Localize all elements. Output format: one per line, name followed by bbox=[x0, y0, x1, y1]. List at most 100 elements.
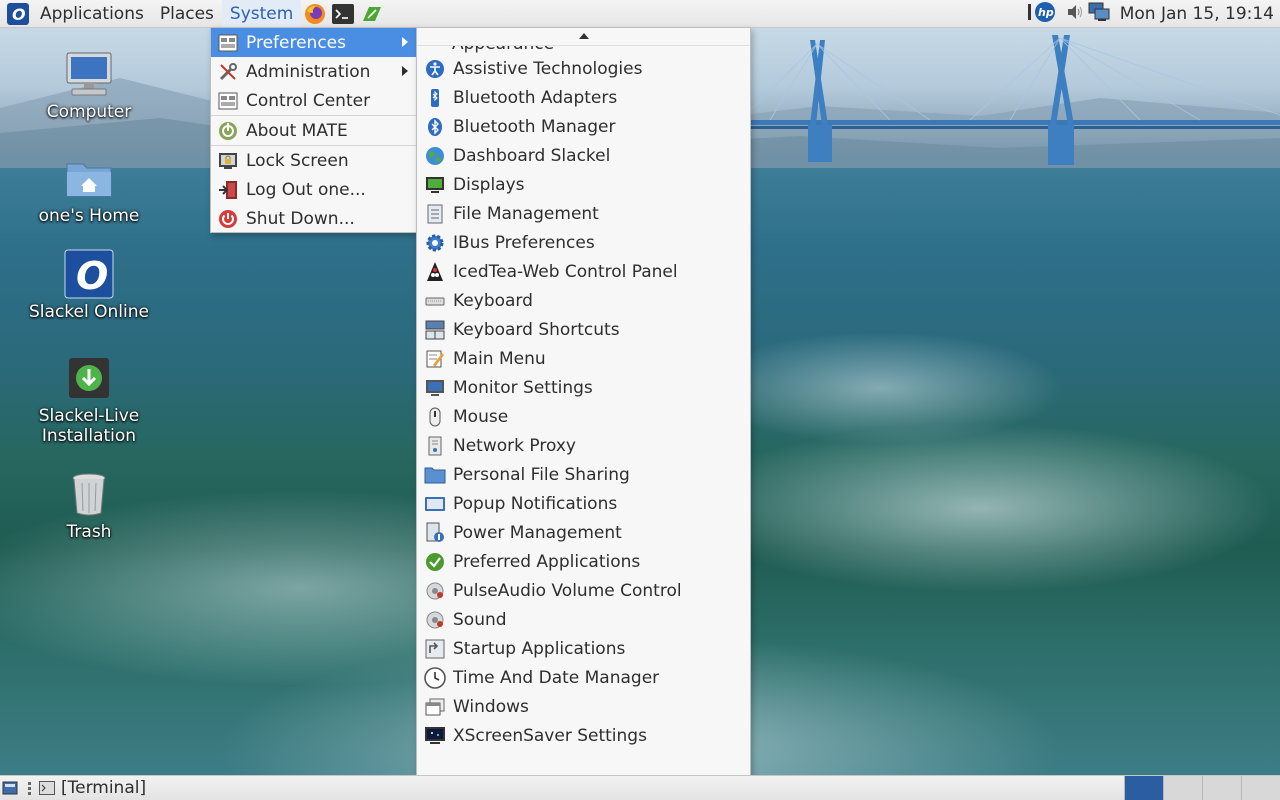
up-arrow-icon bbox=[579, 33, 589, 39]
menu-item-assistive-technologies[interactable]: Assistive Technologies bbox=[417, 54, 750, 83]
svg-text:O: O bbox=[76, 254, 108, 298]
menu-item-bluetooth-adapters[interactable]: Bluetooth Adapters bbox=[417, 83, 750, 112]
workspace-2[interactable] bbox=[1163, 776, 1202, 800]
display-icon bbox=[424, 174, 446, 196]
system-dropdown-menu: Preferences Administration Control Cente… bbox=[210, 27, 417, 233]
workspace-1[interactable] bbox=[1124, 776, 1163, 800]
network-proxy-icon bbox=[424, 435, 446, 457]
startup-icon bbox=[424, 638, 446, 660]
workspace-3[interactable] bbox=[1202, 776, 1241, 800]
menu-item-label: Personal File Sharing bbox=[453, 464, 630, 485]
menu-item-log-out[interactable]: Log Out one... bbox=[211, 175, 416, 204]
menu-item-windows[interactable]: Windows bbox=[417, 692, 750, 721]
menu-item-label: Administration bbox=[246, 61, 371, 82]
menu-item-popup-notifications[interactable]: Popup Notifications bbox=[417, 489, 750, 518]
menu-item-label: Appearance bbox=[452, 46, 554, 54]
workspace-4[interactable] bbox=[1241, 776, 1280, 800]
desktop-icon-home[interactable]: one's Home bbox=[24, 150, 154, 226]
terminal-icon[interactable] bbox=[331, 2, 355, 26]
desktop-icon-installer[interactable]: Slackel-Live Installation bbox=[24, 350, 154, 446]
submenu-arrow-icon bbox=[402, 37, 408, 47]
menu-item-network-proxy[interactable]: Network Proxy bbox=[417, 431, 750, 460]
menu-item-main-menu[interactable]: Main Menu bbox=[417, 344, 750, 373]
taskbar-button-terminal[interactable]: [Terminal] bbox=[35, 776, 146, 800]
slackel-icon[interactable] bbox=[359, 2, 383, 26]
applications-menu[interactable]: Applications bbox=[32, 0, 152, 28]
gear-icon bbox=[424, 232, 446, 254]
preferences-icon bbox=[217, 32, 239, 54]
installer-icon bbox=[61, 350, 117, 406]
places-menu[interactable]: Places bbox=[152, 0, 222, 28]
menu-item-file-management[interactable]: File Management bbox=[417, 199, 750, 228]
menu-item-ibus-preferences[interactable]: IBus Preferences bbox=[417, 228, 750, 257]
hp-icon[interactable]: hp bbox=[1027, 1, 1062, 28]
clock-icon bbox=[424, 666, 446, 689]
desktop-icon-computer[interactable]: Computer bbox=[24, 46, 154, 122]
clock[interactable]: Mon Jan 15, 19:14 bbox=[1120, 4, 1274, 24]
menu-item-label: About MATE bbox=[246, 120, 348, 141]
menu-item-xscreensaver-settings[interactable]: XScreenSaver Settings bbox=[417, 721, 750, 750]
desktop-icon-slackel-online[interactable]: O Slackel Online bbox=[24, 246, 154, 322]
panel-handle[interactable] bbox=[28, 781, 31, 795]
main-menu-icon bbox=[424, 348, 446, 370]
menu-item-displays[interactable]: Displays bbox=[417, 170, 750, 199]
mate-icon bbox=[217, 120, 239, 142]
firefox-icon[interactable] bbox=[303, 2, 327, 26]
menu-item-label: Displays bbox=[453, 174, 525, 195]
menu-item-sound[interactable]: Sound bbox=[417, 605, 750, 634]
menu-item-label: PulseAudio Volume Control bbox=[453, 580, 682, 601]
icedtea-icon bbox=[424, 261, 446, 283]
menu-item-pulseaudio-volume-control[interactable]: PulseAudio Volume Control bbox=[417, 576, 750, 605]
menu-item-keyboard-shortcuts[interactable]: Keyboard Shortcuts bbox=[417, 315, 750, 344]
menu-item-administration[interactable]: Administration bbox=[211, 57, 416, 86]
control-center-icon bbox=[217, 90, 239, 112]
desktop-icon-trash[interactable]: Trash bbox=[24, 466, 154, 542]
menu-item-label: Time And Date Manager bbox=[453, 667, 660, 688]
menu-item-monitor-settings[interactable]: Monitor Settings bbox=[417, 373, 750, 402]
menu-item-appearance[interactable]: Appearance bbox=[417, 46, 750, 54]
menu-item-label: Sound bbox=[453, 609, 507, 630]
menu-item-control-center[interactable]: Control Center bbox=[211, 86, 416, 115]
menu-item-power-management[interactable]: Power Management bbox=[417, 518, 750, 547]
menu-item-lock-screen[interactable]: Lock Screen bbox=[211, 146, 416, 175]
svg-text:hp: hp bbox=[1038, 6, 1054, 19]
menu-item-startup-applications[interactable]: Startup Applications bbox=[417, 634, 750, 663]
system-tray: hp Mon Jan 15, 19:14 bbox=[1027, 0, 1274, 28]
power-management-icon bbox=[424, 522, 446, 544]
top-panel: O Applications Places System hp Mon Jan … bbox=[0, 0, 1280, 28]
menu-item-about-mate[interactable]: About MATE bbox=[211, 116, 416, 145]
scroll-up-arrow[interactable] bbox=[417, 28, 750, 46]
terminal-icon bbox=[39, 781, 55, 795]
screensaver-icon bbox=[424, 725, 446, 747]
menu-item-bluetooth-manager[interactable]: Bluetooth Manager bbox=[417, 112, 750, 141]
taskbar-button-label: [Terminal] bbox=[61, 778, 147, 798]
mouse-icon bbox=[424, 406, 446, 428]
desktop-icon-label: Slackel-Live Installation bbox=[38, 406, 140, 446]
preferences-submenu: Appearance Assistive Technologies Bluetoo… bbox=[416, 27, 751, 776]
menu-item-label: Windows bbox=[453, 696, 529, 717]
svg-text:O: O bbox=[12, 5, 26, 24]
administration-icon bbox=[217, 61, 239, 83]
menu-item-label: Main Menu bbox=[453, 348, 546, 369]
menu-item-label: Monitor Settings bbox=[453, 377, 593, 398]
menu-item-preferences[interactable]: Preferences bbox=[211, 28, 416, 57]
slackel-logo-icon[interactable]: O bbox=[6, 2, 30, 26]
menu-item-shut-down[interactable]: Shut Down... bbox=[211, 204, 416, 233]
menu-item-keyboard[interactable]: Keyboard bbox=[417, 286, 750, 315]
menu-item-dashboard-slackel[interactable]: Dashboard Slackel bbox=[417, 141, 750, 170]
menu-item-personal-file-sharing[interactable]: Personal File Sharing bbox=[417, 460, 750, 489]
desktop-icon-label: Trash bbox=[66, 522, 112, 542]
log-out-icon bbox=[217, 179, 239, 201]
menu-item-label: Lock Screen bbox=[246, 150, 349, 171]
menu-item-icedtea-web-control-panel[interactable]: IcedTea-Web Control Panel bbox=[417, 257, 750, 286]
volume-icon[interactable] bbox=[1066, 3, 1084, 26]
system-menu[interactable]: System bbox=[221, 0, 302, 28]
network-icon[interactable] bbox=[1088, 2, 1110, 27]
menu-item-mouse[interactable]: Mouse bbox=[417, 402, 750, 431]
trash-icon bbox=[61, 466, 117, 522]
shut-down-icon bbox=[217, 208, 239, 230]
menu-item-time-and-date-manager[interactable]: Time And Date Manager bbox=[417, 663, 750, 692]
show-desktop-icon[interactable] bbox=[2, 780, 18, 796]
menu-item-preferred-applications[interactable]: Preferred Applications bbox=[417, 547, 750, 576]
menu-item-label: Control Center bbox=[246, 90, 371, 111]
